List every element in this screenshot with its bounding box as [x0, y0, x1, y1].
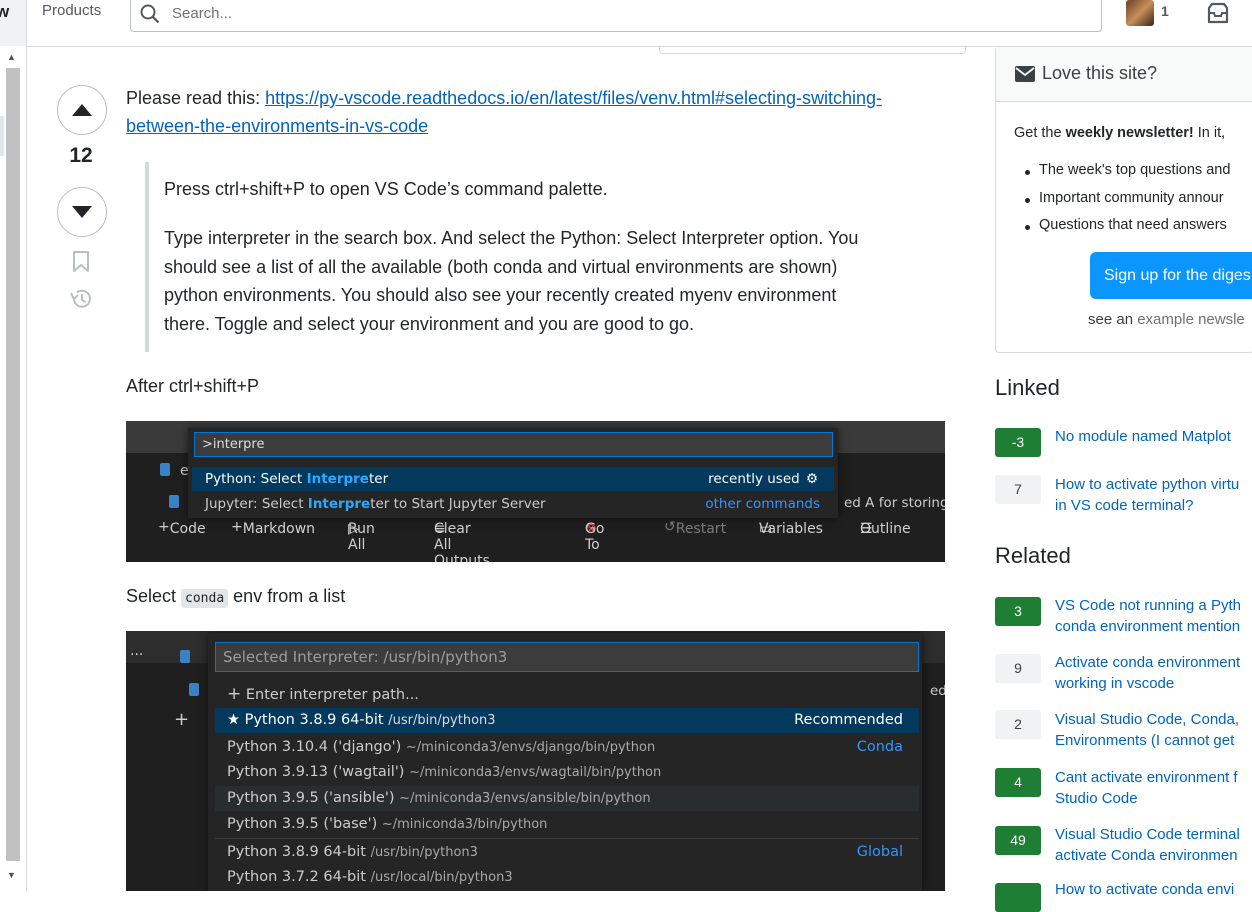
enter-interpreter-path-item[interactable]: + Enter interpreter path... — [215, 682, 919, 707]
products-menu[interactable]: Products — [42, 2, 101, 19]
reputation-count: 1 — [1161, 3, 1169, 19]
related-heading: Related — [995, 543, 1071, 568]
score-badge: 7 — [995, 475, 1041, 504]
history-icon[interactable] — [69, 288, 93, 315]
related-question-link[interactable]: Activate conda environment working in vsc… — [1055, 652, 1240, 694]
after-label: After ctrl+shift+P — [126, 376, 260, 396]
answer-intro: Please read this: https://py-vscode.read… — [126, 84, 946, 140]
group-label: Recommended — [794, 712, 903, 728]
interpreter-item[interactable]: Python 3.10.4 ('django') ~/miniconda3/en… — [215, 735, 919, 760]
interpreter-item[interactable]: Python 3.8.9 64-bit /usr/bin/python3 Glob… — [215, 840, 919, 865]
score-badge: 2 — [995, 710, 1041, 739]
blockquote-bar — [145, 162, 149, 352]
recently-used-label: recently used — [708, 471, 800, 487]
score-badge — [995, 883, 1041, 912]
bookmark-icon[interactable] — [71, 251, 91, 278]
add-code-button[interactable]: + Code — [158, 519, 206, 537]
add-cell-icon: + — [174, 709, 190, 730]
quote-line: there. Toggle and select your environmen… — [164, 313, 695, 334]
vote-count: 12 — [69, 144, 93, 167]
scrollbar-thumb[interactable] — [6, 68, 20, 861]
command-palette: >interpre Python: Select Interpreter rec… — [188, 428, 838, 518]
newsletter-bullet: Important community annour — [1025, 190, 1224, 206]
avatar[interactable] — [1126, 0, 1154, 26]
star-icon: ★ — [227, 712, 240, 728]
inbox-icon[interactable] — [1205, 2, 1231, 31]
newsletter-title: Love this site? — [1042, 63, 1158, 83]
add-markdown-button[interactable]: + Markdown — [231, 519, 315, 537]
search-box[interactable]: Search... — [130, 0, 1102, 32]
background-text: ed A for storing — [844, 495, 945, 511]
more-tabs-icon: ··· — [130, 647, 144, 663]
score-badge: 3 — [995, 597, 1041, 626]
inline-code: conda — [181, 589, 229, 608]
interpreter-item[interactable]: ★ Python 3.8.9 64-bit /usr/bin/python3 Re… — [215, 708, 919, 733]
search-input[interactable]: Search... — [172, 5, 232, 22]
quote-paragraph-1: Press ctrl+shift+P to open VS Code’s com… — [164, 179, 608, 199]
envelope-icon — [1014, 65, 1036, 88]
notebook-file-icon — [189, 683, 199, 696]
arrow-up-icon — [72, 104, 92, 116]
previous-card-edge — [659, 46, 966, 54]
upvote-button[interactable] — [57, 85, 107, 135]
example-newsletter-link[interactable]: example newsle — [1137, 311, 1245, 328]
related-question-link[interactable]: How to activate conda envi — [1055, 879, 1234, 900]
linked-heading: Linked — [995, 375, 1060, 400]
select-conda-label: Select conda env from a list — [126, 586, 346, 608]
other-commands-link[interactable]: other commands — [705, 492, 820, 516]
interpreter-item[interactable]: Python 3.9.13 ('wagtail') ~/miniconda3/e… — [215, 760, 919, 785]
left-nav-marker — [0, 116, 4, 156]
vscode-interpreter-picker-screenshot: ··· + ed Selected Interpreter: /usr/bin/… — [126, 631, 945, 891]
linked-question-link[interactable]: How to activate python virtu in VS code t… — [1055, 474, 1239, 516]
notebook-toolbar: + Code + Markdown ▷ Run All ≡ Clear All … — [158, 519, 911, 562]
score-badge: 49 — [995, 826, 1041, 855]
plus-icon: + — [227, 684, 242, 704]
newsletter-bullet: The week's top questions and — [1024, 162, 1231, 178]
quote-paragraph-2: Type interpreter in the search box. And … — [164, 224, 944, 338]
group-label: Global — [856, 844, 903, 860]
downvote-button[interactable] — [57, 187, 107, 237]
intro-text: Please read this: — [126, 88, 266, 108]
arrow-down-icon — [72, 206, 92, 218]
notebook-file-icon — [180, 650, 190, 663]
newsletter-description: Get the weekly newsletter! In it, — [1014, 125, 1226, 141]
interpreter-item[interactable]: Python 3.9.5 ('base') ~/miniconda3/bin/p… — [215, 812, 919, 837]
notebook-file-icon — [160, 463, 170, 476]
score-badge: -3 — [995, 428, 1041, 457]
related-question-link[interactable]: Cant activate environment f Studio Code — [1055, 767, 1238, 809]
score-badge: 4 — [995, 768, 1041, 797]
related-question-link[interactable]: VS Code not running a Pyth conda environm… — [1055, 595, 1241, 637]
palette-item-select-interpreter[interactable]: Python: Select Interpreter recently used… — [192, 467, 834, 491]
background-text: ed — [930, 683, 945, 699]
interpreter-picker: Selected Interpreter: /usr/bin/python3 +… — [208, 633, 922, 891]
interpreter-item[interactable]: Python 3.9.5 ('ansible') ~/miniconda3/en… — [215, 786, 919, 811]
gear-icon: ⚙ — [805, 471, 819, 487]
logo-fragment: w — [0, 2, 10, 21]
example-newsletter-line: see an example newsle — [1088, 311, 1245, 328]
palette-input[interactable]: >interpre — [194, 432, 833, 457]
related-question-link[interactable]: Visual Studio Code terminal activate Cond… — [1055, 824, 1240, 866]
scroll-up-arrow-icon[interactable]: ▲ — [7, 52, 16, 62]
notebook-file-icon — [169, 495, 179, 508]
linked-question-link[interactable]: No module named Matplot — [1055, 426, 1231, 447]
interpreter-search-input[interactable]: Selected Interpreter: /usr/bin/python3 — [215, 642, 919, 672]
quote-line: python environments. You should also see… — [164, 285, 837, 305]
vscode-command-palette-screenshot: e ed A for storing >interpre Python: Sel… — [126, 421, 945, 562]
group-separator — [215, 838, 919, 839]
newsletter-bullet: Questions that need answers — [1025, 217, 1227, 233]
score-badge: 9 — [995, 654, 1041, 683]
scroll-down-arrow-icon[interactable]: ▼ — [7, 870, 16, 880]
interpreter-item[interactable]: Python 3.7.2 64-bit /usr/local/bin/pytho… — [215, 865, 919, 890]
site-logo[interactable]: w — [0, 0, 27, 46]
quote-line: Type interpreter in the search box. And … — [164, 228, 859, 248]
related-question-link[interactable]: Visual Studio Code, Conda, Environments (… — [1055, 709, 1239, 751]
signup-button[interactable]: Sign up for the diges — [1090, 252, 1252, 299]
quote-line: should see a list of all the available (… — [164, 256, 838, 277]
restart-button[interactable]: ↺ Restart — [664, 519, 726, 537]
group-label: Conda — [856, 739, 903, 755]
palette-item-jupyter-interpreter[interactable]: Jupyter: Select Interpreter to Start Jup… — [192, 492, 834, 516]
search-icon — [140, 4, 160, 24]
